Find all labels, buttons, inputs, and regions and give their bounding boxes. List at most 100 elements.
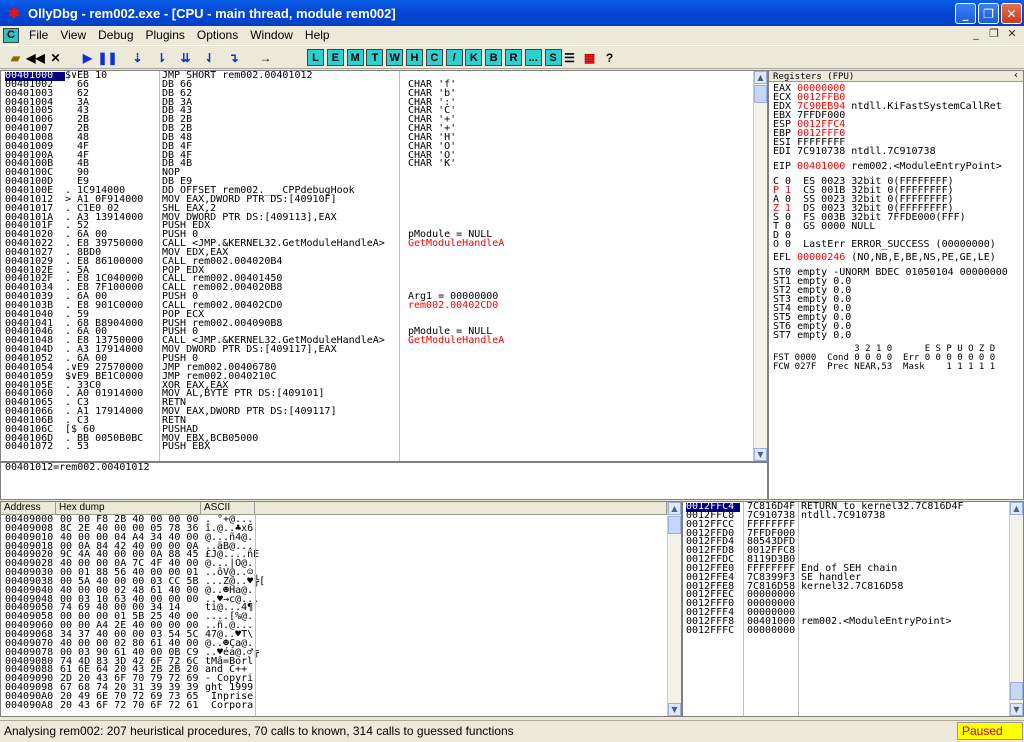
stack-comment[interactable] — [801, 600, 1007, 609]
disasm-comment[interactable]: CHAR 'O' — [408, 141, 738, 152]
disasm-comment[interactable] — [408, 205, 738, 214]
disasm-instruction[interactable]: DB 4B — [162, 159, 400, 169]
efl-row[interactable]: EFL 00000246 (NO,NB,E,BE,NS,PE,GE,LE) — [773, 253, 1023, 263]
disasm-comment[interactable]: GetModuleHandleA — [408, 336, 738, 346]
register-row[interactable]: EDI 7C910738 ntdll.7C910738 — [773, 147, 1023, 157]
mdi-restore-button[interactable]: ❐ — [986, 27, 1002, 40]
disasm-instruction[interactable]: JMP SHORT rem002.00401012 — [162, 71, 400, 81]
register-value[interactable]: 00401000 — [797, 161, 845, 172]
stack-address-column[interactable]: 0012FFC4 0012FFC8 0012FFCC 0012FFD0 0012FFD4… — [686, 502, 740, 636]
disasm-comment[interactable] — [408, 426, 738, 435]
help-icon[interactable]: ? — [600, 48, 619, 67]
toolbar-letter-button[interactable]: / — [445, 49, 463, 66]
disasm-comment[interactable]: rem002.00402CD0 — [408, 301, 738, 311]
scroll-down-arrow[interactable]: ▼ — [1010, 703, 1023, 716]
disasm-comment[interactable] — [408, 399, 738, 408]
stack-comment[interactable]: ntdll.7C910738 — [801, 510, 1007, 521]
execute-till-return-icon[interactable]: ↴ — [224, 48, 243, 67]
scroll-down-arrow[interactable]: ▼ — [754, 448, 767, 461]
disasm-instruction[interactable]: DB 4F — [162, 150, 400, 161]
menu-plugins[interactable]: Plugins — [140, 26, 191, 45]
disasm-comment[interactable]: CHAR 'K' — [408, 159, 738, 169]
disasm-comment[interactable] — [408, 214, 738, 223]
scroll-up-arrow[interactable]: ▲ — [668, 502, 681, 515]
disasm-comment[interactable] — [408, 346, 738, 355]
scroll-thumb[interactable] — [668, 516, 681, 534]
stack-value[interactable]: 00000000 — [747, 625, 799, 636]
dump-ascii-column[interactable]: . °+@... î.@..♣x6 @...ñ4@. ..äB@... £J@....ñ… — [205, 515, 265, 711]
dump-scrollbar[interactable]: ▲ ▼ — [667, 502, 681, 716]
disasm-comment[interactable] — [408, 267, 738, 276]
disasm-comment-column[interactable]: CHAR 'f' CHAR 'b' CHAR ':' CHAR 'C' CHAR '+'… — [408, 72, 738, 452]
stack-address[interactable]: 0012FFFC — [686, 625, 740, 636]
disasm-comment[interactable] — [408, 275, 738, 284]
minimize-button[interactable]: _ — [955, 3, 976, 24]
disasm-instruction[interactable]: MOV EAX,DWORD PTR DS:[409117] — [162, 407, 400, 417]
disasm-comment[interactable] — [408, 417, 738, 426]
run-icon[interactable]: ▶ — [78, 48, 97, 67]
toolbar-letter-button[interactable]: C — [425, 49, 443, 66]
disasm-comment[interactable]: CHAR 'O' — [408, 150, 738, 161]
disasm-comment[interactable] — [408, 390, 738, 399]
toolbar-letter-button[interactable]: H — [406, 49, 423, 66]
flag-value[interactable]: O 0 — [773, 239, 791, 250]
toolbar-letter-button[interactable]: R — [505, 49, 522, 66]
scroll-up-arrow[interactable]: ▲ — [754, 71, 767, 84]
disasm-instruction[interactable]: NOP — [162, 168, 400, 178]
disasm-comment[interactable]: CHAR 'b' — [408, 88, 738, 99]
list-icon[interactable]: ☰ — [560, 48, 579, 67]
step-into-icon[interactable]: ⇣ — [128, 48, 147, 67]
disasm-comment[interactable] — [408, 443, 738, 452]
stack-value-column[interactable]: 7C816D4F 7C910738 FFFFFFFF 7FFDF000 80543DFD… — [747, 502, 799, 636]
dump-hex-column[interactable]: 00 00 F8 2B 40 00 00 00 8C 2E 40 00 00 05… — [60, 515, 200, 711]
disasm-comment[interactable]: CHAR 'H' — [408, 132, 738, 143]
disasm-comment[interactable]: CHAR 'C' — [408, 106, 738, 116]
stack-comment[interactable] — [801, 521, 1007, 530]
mdi-minimize-button[interactable]: _ — [968, 27, 984, 40]
flag-row[interactable]: O 0 LastErr ERROR_SUCCESS (00000000) — [773, 239, 1023, 250]
disasm-instruction[interactable]: PUSH EBX — [162, 442, 400, 452]
scroll-down-arrow[interactable]: ▼ — [668, 703, 681, 716]
scroll-thumb[interactable] — [1010, 682, 1023, 700]
disasm-instruction[interactable]: DB 43 — [162, 106, 400, 116]
dump-address[interactable]: 004090A8 — [5, 700, 57, 711]
menu-options[interactable]: Options — [191, 26, 244, 45]
toolbar-letter-button[interactable]: M — [346, 49, 364, 66]
toolbar-letter-button[interactable]: T — [366, 49, 384, 66]
disasm-hex-bytes[interactable]: . 53 — [65, 442, 157, 452]
disasm-comment[interactable] — [408, 311, 738, 320]
dump-pane[interactable]: Address Hex dump ASCII 00409000 00409008 0… — [0, 501, 682, 717]
disasm-comment[interactable] — [408, 187, 738, 196]
disasm-hex-column[interactable]: $∨EB 10 66 62 3A 43 2B 2B 48 4F 4F 4B 90… — [65, 71, 157, 452]
menu-window[interactable]: Window — [244, 26, 299, 45]
stack-comment[interactable] — [801, 627, 1007, 636]
dump-hex[interactable]: 20 43 6F 72 70 6F 72 61 — [60, 700, 200, 711]
toolbar-letter-button[interactable]: ... — [524, 49, 542, 66]
title-bar[interactable]: ✱ OllyDbg - rem002.exe - [CPU - main thr… — [0, 0, 1024, 26]
toolbar-letter-button[interactable]: K — [465, 49, 483, 66]
stack-comment[interactable] — [801, 591, 1007, 600]
disasm-comment[interactable] — [408, 249, 738, 258]
stack-comment-column[interactable]: RETURN to kernel32.7C816D4F ntdll.7C91073… — [801, 502, 1007, 636]
mdi-close-button[interactable]: ✕ — [1004, 27, 1020, 40]
toolbar-letter-button[interactable]: B — [485, 49, 503, 66]
toolbar-letter-button[interactable]: W — [386, 49, 404, 66]
disasm-instruction[interactable]: DB 2B — [162, 124, 400, 134]
disasm-instruction[interactable]: DB 48 — [162, 132, 400, 143]
disasm-comment[interactable] — [408, 373, 738, 382]
close-icon[interactable]: ✕ — [46, 48, 65, 67]
goto-icon[interactable]: → — [256, 48, 275, 67]
disasm-comment[interactable] — [408, 382, 738, 391]
open-icon[interactable]: ▰ — [6, 48, 25, 67]
stack-comment[interactable] — [801, 538, 1007, 547]
step-over-icon[interactable]: ⇂ — [152, 48, 171, 67]
disassembly-pane[interactable]: 00401000 00401002 00401003 00401004 00401005… — [0, 70, 768, 462]
disasm-instruction[interactable]: MOV AL,BYTE PTR DS:[409101] — [162, 389, 400, 399]
menu-view[interactable]: View — [54, 26, 92, 45]
disasm-comment[interactable] — [408, 355, 738, 364]
registers-title[interactable]: Registers (FPU) — [773, 73, 854, 82]
scroll-up-arrow[interactable]: ▲ — [1010, 502, 1023, 515]
stack-pane[interactable]: 0012FFC4 0012FFC8 0012FFCC 0012FFD0 0012FFD4… — [682, 501, 1024, 717]
disasm-comment[interactable] — [408, 364, 738, 373]
chevron-left-icon[interactable]: ‹ — [1013, 71, 1019, 81]
